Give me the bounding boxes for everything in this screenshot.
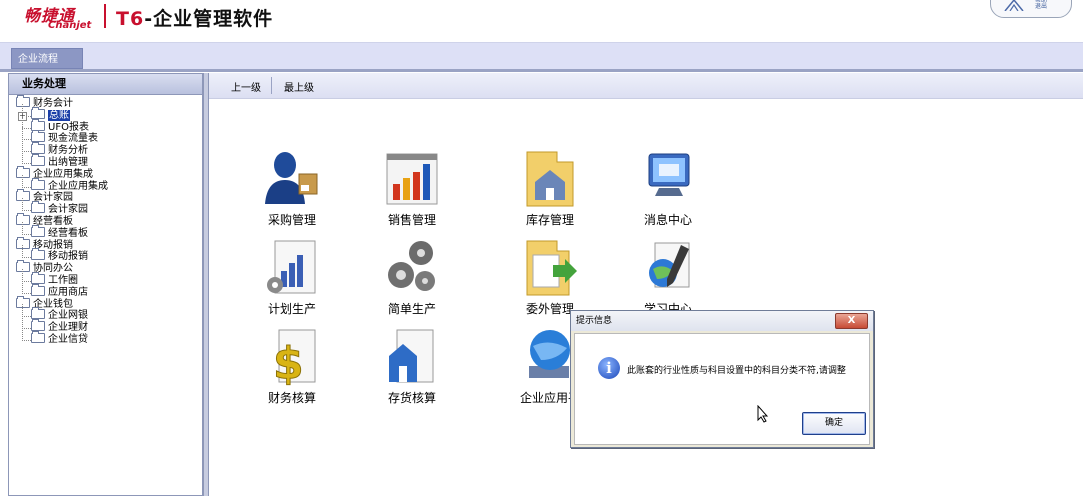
app-financial-accounting[interactable]: $ 财务核算 xyxy=(247,326,337,406)
folder-icon xyxy=(31,271,45,284)
folder-icon xyxy=(31,201,45,214)
app-inventory[interactable]: 库存管理 xyxy=(505,148,595,228)
logo-divider xyxy=(104,4,106,28)
app-label: 消息中心 xyxy=(643,213,692,227)
navigation-panel: 业务处理 财务会计 + 总账 UFO报表 现金流量表 财务分析 出纳管理 企业应用… xyxy=(8,73,203,496)
purchase-person-icon xyxy=(265,152,318,204)
folder-icon xyxy=(31,283,45,296)
folder-icon xyxy=(31,118,45,131)
tree-node[interactable]: 出纳管理 xyxy=(9,151,202,169)
app-header: 畅捷通 Chanjet T6-企业管理软件 帮助 退出 xyxy=(0,0,1083,42)
tree-node[interactable]: 会计家园 xyxy=(9,198,202,216)
app-label: 计划生产 xyxy=(267,302,316,316)
app-label: 存货核算 xyxy=(387,391,436,405)
app-label: 库存管理 xyxy=(525,213,574,227)
app-message-center[interactable]: 消息中心 xyxy=(623,148,713,228)
folder-icon xyxy=(31,307,45,320)
app-sales[interactable]: 销售管理 xyxy=(367,148,457,228)
tree-node[interactable]: 移动报销 xyxy=(9,245,202,263)
tree-node[interactable]: 企业信贷 xyxy=(9,328,202,346)
tree-node[interactable]: 应用商店 xyxy=(9,280,202,299)
folder-icon xyxy=(31,153,45,166)
app-learning-center[interactable]: 学习中心 xyxy=(623,237,713,317)
folder-icon xyxy=(31,319,45,332)
app-simple-production[interactable]: 简单生产 xyxy=(367,237,457,317)
dialog-body: i 此账套的行业性质与科目设置中的科目分类不符,请调整 确定 xyxy=(574,333,870,445)
app-label: 财务核算 xyxy=(267,391,316,405)
app-planning[interactable]: 计划生产 xyxy=(247,237,337,317)
bar-chart-icon xyxy=(386,153,438,205)
info-dialog: 提示信息 X i 此账套的行业性质与科目设置中的科目分类不符,请调整 确定 xyxy=(570,310,874,448)
outsource-folder-icon xyxy=(526,240,577,296)
folder-icon xyxy=(31,330,45,343)
app-label: 采购管理 xyxy=(267,213,316,227)
app-label: 简单生产 xyxy=(387,302,436,316)
dialog-message: 此账套的行业性质与科目设置中的科目分类不符,请调整 xyxy=(627,366,846,376)
warehouse-folder-icon xyxy=(526,151,574,207)
tab-strip: 企业流程 xyxy=(0,42,1083,70)
top-level-button[interactable]: 最上级 xyxy=(284,79,314,94)
nav-tree: 财务会计 + 总账 UFO报表 现金流量表 财务分析 出纳管理 企业应用集成 企业… xyxy=(9,95,202,346)
panel-title: 业务处理 xyxy=(9,74,202,95)
info-icon: i xyxy=(598,357,620,379)
folder-icon xyxy=(31,248,45,261)
product-title: T6-企业管理软件 xyxy=(116,8,274,30)
dollar-doc-icon: $ xyxy=(273,329,316,386)
app-outsource[interactable]: 委外管理 xyxy=(505,237,595,317)
home-arrow-icon xyxy=(1004,0,1024,11)
tab-business-process[interactable]: 企业流程 xyxy=(11,48,83,69)
mouse-pointer-icon xyxy=(757,405,769,423)
inventory-doc-icon xyxy=(389,329,434,383)
gears-icon xyxy=(388,241,435,291)
badge-text: 帮助 退出 xyxy=(1035,0,1048,10)
monitor-icon xyxy=(648,153,690,196)
svg-text:$: $ xyxy=(273,338,304,386)
tree-node[interactable]: 企业应用集成 xyxy=(9,174,202,193)
header-divider xyxy=(0,69,1083,72)
help-exit-badge[interactable]: 帮助 退出 xyxy=(990,0,1072,18)
dialog-close-button[interactable]: X xyxy=(835,313,868,329)
app-inventory-accounting[interactable]: 存货核算 xyxy=(367,326,457,406)
brand-logo-en: Chanjet xyxy=(48,20,92,31)
dialog-title: 提示信息 xyxy=(571,311,873,331)
folder-icon xyxy=(31,177,45,190)
folder-icon xyxy=(31,142,45,155)
folder-icon xyxy=(31,130,45,143)
toolbar-separator xyxy=(271,77,272,94)
app-label: 销售管理 xyxy=(387,213,436,227)
folder-icon xyxy=(31,106,45,119)
globe-pen-icon xyxy=(649,242,690,288)
ok-button[interactable]: 确定 xyxy=(802,412,866,435)
tree-node[interactable]: 经营看板 xyxy=(9,221,202,240)
folder-icon xyxy=(31,224,45,237)
up-one-level-button[interactable]: 上一级 xyxy=(231,79,261,94)
planning-chart-icon xyxy=(267,240,316,294)
main-toolbar: 上一级 最上级 xyxy=(209,73,1083,99)
app-purchase[interactable]: 采购管理 xyxy=(247,148,337,228)
